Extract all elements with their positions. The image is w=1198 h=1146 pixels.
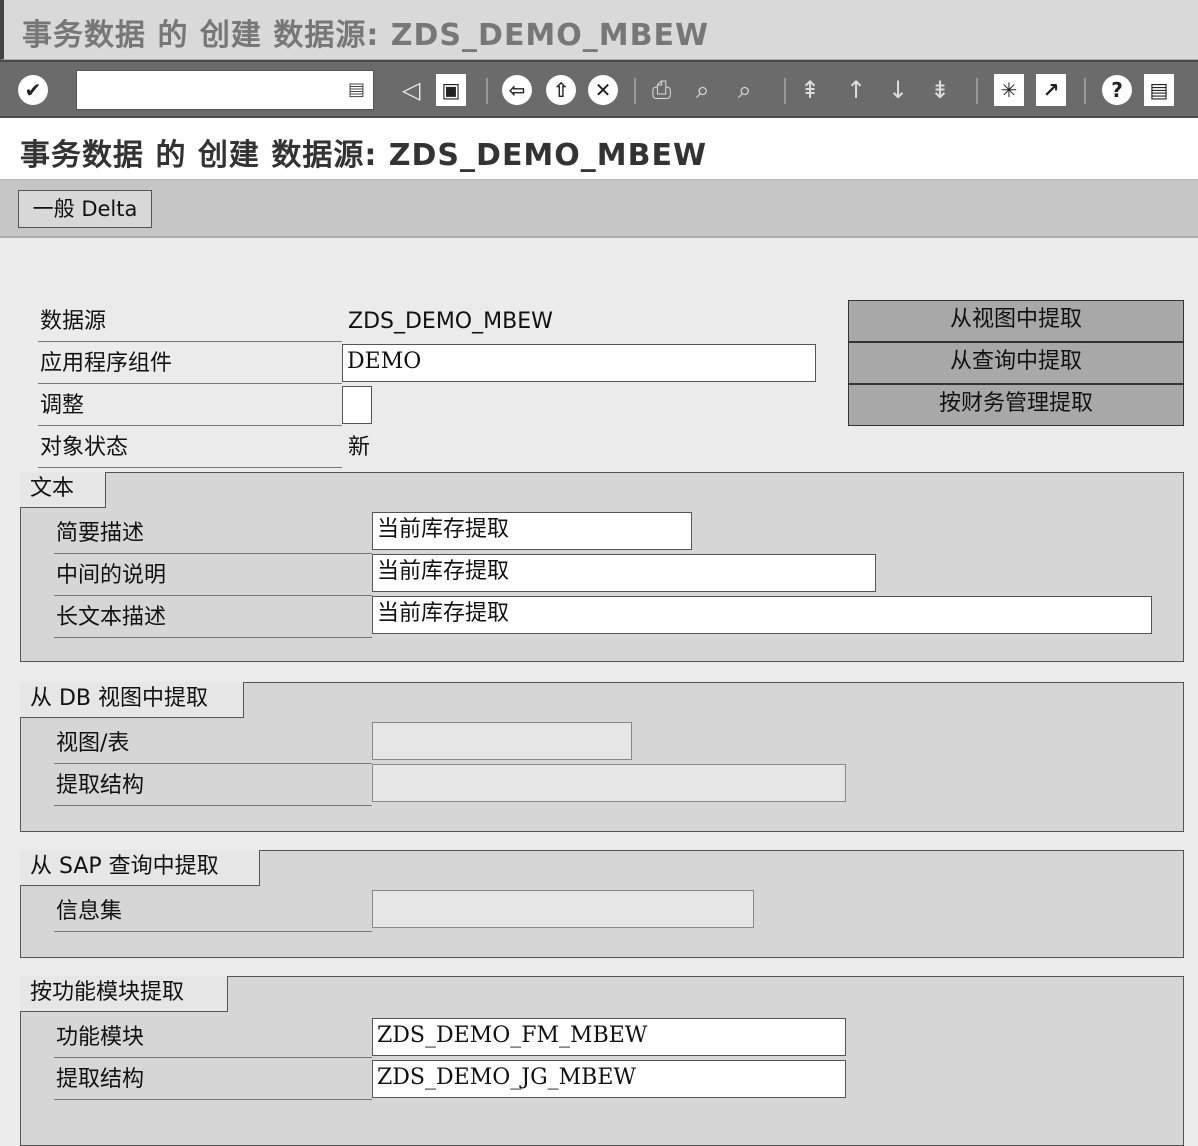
db-view-group-title: 从 DB 视图中提取: [20, 682, 244, 718]
medium-description-label: 中间的说明: [54, 558, 372, 596]
function-module-label: 功能模块: [54, 1020, 372, 1058]
short-description-label: 简要描述: [54, 516, 372, 554]
next-page-icon[interactable]: ↓: [888, 76, 908, 104]
function-module-group-title: 按功能模块提取: [20, 976, 228, 1012]
new-session-icon[interactable]: ✳: [994, 74, 1024, 106]
general-delta-button[interactable]: 一般 Delta: [18, 190, 152, 228]
command-input[interactable]: [81, 73, 335, 109]
medium-description-input[interactable]: 当前库存提取: [372, 554, 876, 592]
long-description-label: 长文本描述: [54, 600, 372, 638]
infoset-input[interactable]: [372, 890, 754, 928]
enter-check-icon[interactable]: ✔: [18, 75, 48, 105]
sap-query-group-title: 从 SAP 查询中提取: [20, 850, 260, 886]
extract-from-query-button[interactable]: 从查询中提取: [848, 342, 1184, 384]
window-title-bar: 事务数据 的 创建 数据源: ZDS_DEMO_MBEW: [0, 0, 1198, 60]
function-module-input[interactable]: ZDS_DEMO_FM_MBEW: [372, 1018, 846, 1056]
application-toolbar: [0, 180, 1198, 238]
history-back-icon[interactable]: ◁: [402, 76, 420, 104]
back-icon[interactable]: ⇦: [502, 75, 532, 105]
layout-menu-icon[interactable]: ▤: [1144, 74, 1174, 106]
first-page-icon[interactable]: ⇞: [800, 76, 820, 104]
extract-from-view-button[interactable]: 从视图中提取: [848, 300, 1184, 342]
short-description-input[interactable]: 当前库存提取: [372, 512, 692, 550]
command-field[interactable]: ▤: [76, 70, 374, 110]
dropdown-icon[interactable]: ▤: [348, 79, 365, 100]
view-table-input[interactable]: [372, 722, 632, 760]
fm-extract-structure-input[interactable]: ZDS_DEMO_JG_MBEW: [372, 1060, 846, 1098]
extract-by-finance-button[interactable]: 按财务管理提取: [848, 384, 1184, 426]
toolbar-separator: [634, 78, 636, 104]
toolbar-separator: [784, 78, 786, 104]
print-icon[interactable]: ⎙: [652, 76, 671, 104]
datasource-label: 数据源: [38, 304, 342, 342]
long-description-input[interactable]: 当前库存提取: [372, 596, 1152, 634]
adjust-input[interactable]: [342, 386, 372, 424]
last-page-icon[interactable]: ⇟: [930, 76, 950, 104]
object-status-label: 对象状态: [38, 430, 342, 468]
save-icon[interactable]: ▣: [436, 74, 466, 106]
infoset-label: 信息集: [54, 894, 372, 932]
find-next-icon[interactable]: ⌕: [738, 76, 751, 104]
page-title-bar: 事务数据 的 创建 数据源: ZDS_DEMO_MBEW: [0, 118, 1198, 180]
cancel-icon[interactable]: ✕: [588, 75, 618, 105]
window-title: 事务数据 的 创建 数据源: ZDS_DEMO_MBEW: [22, 18, 710, 53]
app-component-label: 应用程序组件: [38, 346, 342, 384]
help-icon[interactable]: ?: [1102, 75, 1132, 105]
previous-page-icon[interactable]: ↑: [846, 76, 866, 104]
view-table-label: 视图/表: [54, 726, 372, 764]
datasource-value: ZDS_DEMO_MBEW: [348, 309, 553, 334]
toolbar-separator: [1084, 78, 1086, 104]
find-icon[interactable]: ⌕: [696, 76, 709, 104]
view-extract-structure-input[interactable]: [372, 764, 846, 802]
shortcut-icon[interactable]: ↗: [1036, 74, 1066, 106]
fm-extract-structure-label: 提取结构: [54, 1062, 372, 1100]
object-status-value: 新: [348, 435, 371, 460]
adjust-label: 调整: [38, 388, 342, 426]
text-group-title: 文本: [20, 472, 106, 508]
toolbar-separator: [486, 78, 488, 104]
exit-icon[interactable]: ⇧: [546, 75, 576, 105]
app-component-input[interactable]: DEMO: [342, 344, 816, 382]
page-title: 事务数据 的 创建 数据源: ZDS_DEMO_MBEW: [20, 138, 708, 173]
toolbar-separator: [976, 78, 978, 104]
view-extract-structure-label: 提取结构: [54, 768, 372, 806]
